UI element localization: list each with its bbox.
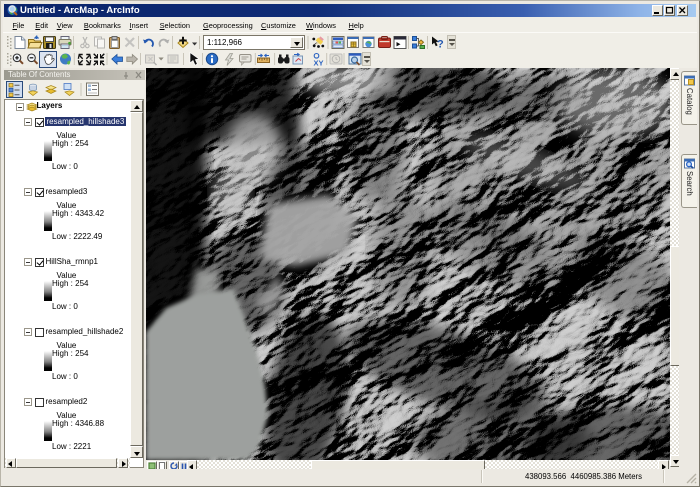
svg-text:?: ? <box>437 39 444 51</box>
svg-text:XY: XY <box>314 59 324 68</box>
